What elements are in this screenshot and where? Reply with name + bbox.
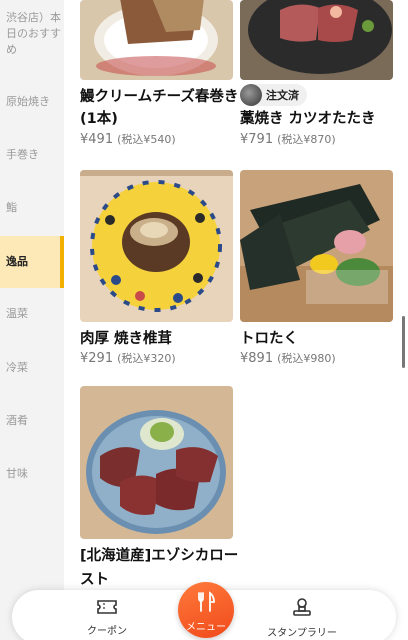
ordered-badge: 注文済	[240, 84, 307, 106]
sidebar-item-sushi[interactable]: 鮨	[0, 200, 64, 216]
menu-button[interactable]: メニュー	[178, 582, 234, 638]
product-price: ¥891 (税込¥980)	[240, 351, 336, 366]
sidebar-item-recommend[interactable]: 渋谷店）本日のおすすめ	[0, 10, 64, 58]
sidebar-item-kanmi[interactable]: 甘味	[0, 466, 64, 482]
product-photo	[80, 170, 233, 322]
sidebar-item-temaki[interactable]: 手巻き	[0, 147, 64, 163]
product-grid: 鰻クリームチーズ春巻き (1本) ¥491 (税込¥540) 注文済 藁焼き カツ…	[64, 0, 408, 640]
product-name: 藁焼き カツオたたき	[240, 111, 376, 127]
scrollbar[interactable]	[402, 316, 405, 368]
stamp-rally-button[interactable]: スタンプラリー	[242, 590, 362, 640]
product-price: ¥791 (税込¥870)	[240, 132, 336, 147]
sidebar-item-ippin[interactable]: 逸品	[0, 236, 64, 288]
product-name: トロたく	[240, 331, 298, 347]
product-price: ¥291 (税込¥320)	[80, 351, 176, 366]
product-photo	[240, 170, 393, 322]
product-photo	[240, 0, 393, 80]
product-price: ¥491 (税込¥540)	[80, 132, 176, 147]
sidebar-item-sakana[interactable]: 酒肴	[0, 413, 64, 429]
product-name: 鰻クリームチーズ春巻き (1本)	[80, 89, 239, 127]
fork-knife-icon	[178, 591, 234, 616]
sidebar-item-reisai[interactable]: 冷菜	[0, 360, 64, 376]
stamp-icon	[242, 598, 362, 621]
sidebar-item-genshiyaki[interactable]: 原始焼き	[0, 94, 64, 110]
avatar	[240, 84, 262, 106]
product-photo	[80, 386, 233, 539]
category-sidebar: 渋谷店）本日のおすすめ 原始焼き 手巻き 鮨 逸品 温菜 冷菜 酒肴 甘味	[0, 0, 64, 640]
product-name: 肉厚 焼き椎茸	[80, 331, 173, 347]
product-photo	[80, 0, 233, 80]
coupon-button[interactable]: クーポン	[62, 590, 152, 640]
ticket-icon	[62, 598, 152, 619]
sidebar-item-onsai[interactable]: 温菜	[0, 306, 64, 322]
